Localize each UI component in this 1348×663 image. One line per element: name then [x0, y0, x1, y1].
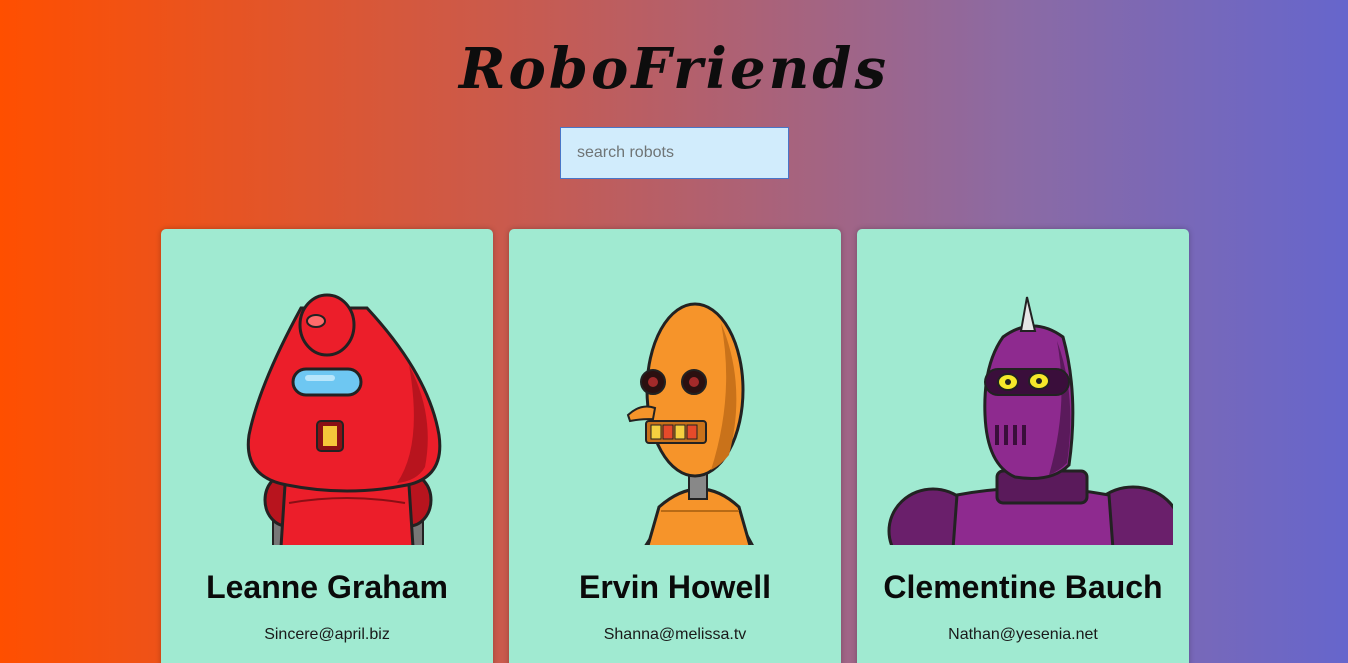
robot-name: Clementine Bauch: [883, 569, 1163, 605]
robot-name: Leanne Graham: [206, 569, 448, 605]
robot-email: Sincere@april.biz: [264, 626, 390, 643]
robot-card[interactable]: Clementine Bauch Nathan@yesenia.net: [857, 229, 1189, 663]
orange-robot-avatar: [525, 245, 825, 545]
robot-email: Shanna@melissa.tv: [603, 626, 747, 643]
purple-robot-avatar: [873, 245, 1173, 545]
page-title: RoboFriends: [459, 36, 889, 102]
robot-card[interactable]: Ervin Howell Shanna@melissa.tv: [509, 229, 841, 663]
search-input[interactable]: [560, 127, 789, 179]
robot-email: Nathan@yesenia.net: [948, 626, 1098, 643]
robot-name: Ervin Howell: [578, 569, 772, 605]
robot-card[interactable]: Leanne Graham Sincere@april.biz: [161, 229, 493, 663]
red-robot-avatar: [177, 245, 477, 545]
